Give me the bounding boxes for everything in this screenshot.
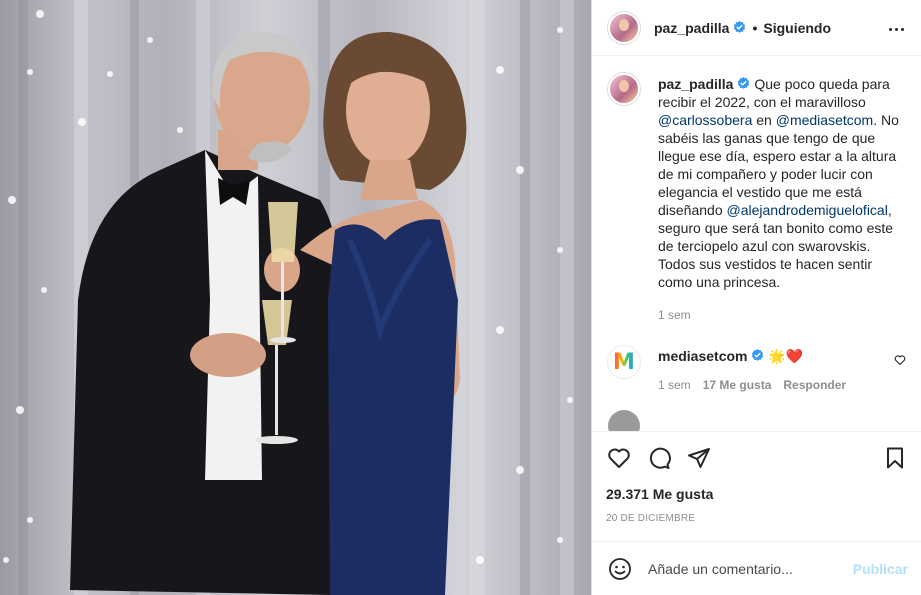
reply-button[interactable]: Responder (783, 378, 846, 392)
comment-body: mediasetcom 🌟❤️ 1 sem 17 Me gusta Responde… (658, 346, 846, 392)
comment-text: 🌟❤️ (764, 348, 804, 364)
post-date[interactable]: 20 DE DICIEMBRE (606, 513, 908, 524)
add-comment-bar: Publicar (592, 541, 921, 595)
verified-badge-icon (738, 77, 750, 89)
bookmark-icon[interactable] (882, 445, 908, 471)
heart-icon[interactable] (606, 445, 632, 471)
caption-author-avatar[interactable] (608, 73, 640, 105)
publish-button[interactable]: Publicar (853, 561, 908, 577)
comment-likes[interactable]: 17 Me gusta (703, 378, 772, 392)
verified-badge-icon (752, 349, 764, 361)
emoji-smiley-icon[interactable] (608, 557, 632, 581)
post-header: paz_padilla • Siguiendo (592, 0, 921, 56)
post-details-panel: paz_padilla • Siguiendo paz_padilla Que … (591, 0, 921, 595)
comment-bubble-icon[interactable] (646, 445, 672, 471)
comment-input[interactable] (648, 560, 853, 577)
author-avatar[interactable] (608, 11, 640, 44)
post-photo[interactable] (0, 0, 591, 595)
following-button[interactable]: Siguiendo (763, 20, 831, 36)
comment-line: mediasetcom 🌟❤️ (658, 346, 846, 366)
mention-link[interactable]: @alejandrodemiguelofical (727, 202, 888, 218)
paper-plane-icon[interactable] (686, 445, 712, 471)
commenter-avatar[interactable]: M (608, 346, 640, 378)
mention-link[interactable]: @carlossobera (658, 112, 752, 128)
caption-time[interactable]: 1 sem (658, 306, 906, 324)
comment-meta: 1 sem 17 Me gusta Responder (658, 378, 846, 392)
caption-text: en (752, 112, 776, 128)
action-icons (606, 444, 908, 472)
likes-count[interactable]: 29.371 Me gusta (606, 486, 908, 502)
comments-section[interactable]: paz_padilla Que poco queda para recibir … (592, 57, 921, 431)
caption-body: paz_padilla Que poco queda para recibir … (658, 75, 906, 324)
comment-item: M mediasetcom 🌟❤️ 1 sem 17 Me gusta Respon… (608, 346, 906, 392)
author-username[interactable]: paz_padilla (654, 20, 729, 36)
comment-time[interactable]: 1 sem (658, 378, 691, 392)
caption-username[interactable]: paz_padilla (658, 76, 733, 92)
post-image (3, 0, 574, 595)
avatar-letter: M (613, 349, 635, 375)
verified-badge-icon (734, 21, 746, 33)
separator-dot: • (752, 19, 758, 36)
caption: paz_padilla Que poco queda para recibir … (608, 73, 906, 324)
mention-link[interactable]: @mediasetcom (776, 112, 873, 128)
post-actions: 29.371 Me gusta 20 DE DICIEMBRE (592, 431, 921, 541)
heart-icon[interactable] (894, 354, 906, 366)
more-options-icon[interactable] (884, 17, 908, 41)
next-comment-avatar[interactable] (608, 410, 640, 431)
commenter-username[interactable]: mediasetcom (658, 348, 747, 364)
